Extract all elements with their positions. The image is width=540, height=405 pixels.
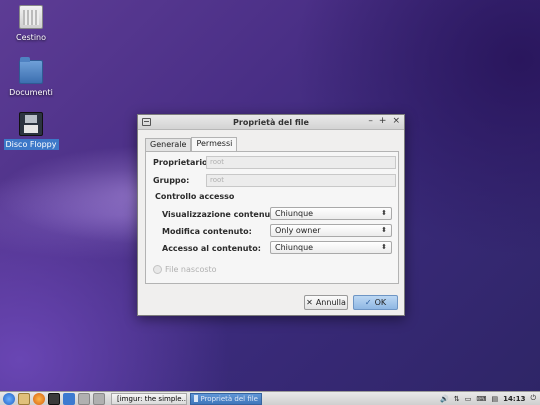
view-content-select[interactable]: Chiunque ⬍ <box>270 207 392 220</box>
view-content-label: Visualizzazione contenuto: <box>162 210 283 219</box>
chevron-updown-icon: ⬍ <box>381 243 387 251</box>
hidden-file-option: File nascosto <box>153 265 217 274</box>
taskbar-task-properties[interactable]: Proprietà del file <box>190 392 262 405</box>
terminal-icon[interactable] <box>48 392 60 405</box>
system-tray: 🔊 ⇅ ▭ ⌨ ▤ 14:13 ⏻ <box>440 394 540 403</box>
view-content-value: Chiunque <box>275 209 314 218</box>
group-field: root <box>206 174 396 187</box>
volume-icon[interactable]: 🔊 <box>440 395 449 403</box>
taskbar-task-browser[interactable]: [imgur: the simple... <box>111 392 187 405</box>
desktop-icon-label: Disco Floppy <box>3 139 59 150</box>
maximize-button[interactable]: + <box>379 116 387 126</box>
cancel-button-label: Annulla <box>315 298 346 307</box>
desktop-icon-documents[interactable]: Documenti <box>0 57 66 98</box>
show-desktop-icon[interactable] <box>78 392 90 405</box>
notification-icon[interactable]: ▤ <box>492 395 499 403</box>
access-content-label: Accesso al contenuto: <box>162 244 261 253</box>
minimize-button[interactable]: – <box>368 116 373 126</box>
tab-bar: Generale Permessi <box>145 137 238 151</box>
access-content-select[interactable]: Chiunque ⬍ <box>270 241 392 254</box>
floppy-disk-icon <box>19 112 43 136</box>
dialog-titlebar[interactable]: Proprietà del file – + × <box>138 115 404 130</box>
workspace-icon[interactable] <box>93 392 105 405</box>
ok-button-label: OK <box>374 298 387 307</box>
tab-general[interactable]: Generale <box>145 138 192 151</box>
power-icon[interactable]: ⏻ <box>530 394 536 403</box>
owner-field: root <box>206 156 396 169</box>
tab-permissions[interactable]: Permessi <box>191 137 238 151</box>
cancel-button[interactable]: ✕ Annulla <box>304 295 348 310</box>
task-label: [imgur: the simple... <box>117 394 187 403</box>
permissions-panel: Proprietario: root Gruppo: root Controll… <box>145 151 399 284</box>
desktop-switcher-icon[interactable] <box>63 392 75 405</box>
cancel-icon: ✕ <box>306 298 313 307</box>
trash-icon <box>19 5 43 29</box>
taskbar: [imgur: the simple... Proprietà del file… <box>0 391 540 405</box>
desktop-icon-trash[interactable]: Cestino <box>0 5 66 43</box>
checkmark-icon: ✓ <box>364 298 372 307</box>
desktop-icon-floppy[interactable]: Disco Floppy <box>0 112 66 150</box>
app-icon <box>194 395 199 402</box>
chevron-updown-icon: ⬍ <box>381 226 387 234</box>
window-menu-icon[interactable] <box>142 118 151 126</box>
modify-content-label: Modifica contenuto: <box>162 227 252 236</box>
modify-content-select[interactable]: Only owner ⬍ <box>270 224 392 237</box>
file-properties-dialog: Proprietà del file – + × Generale Permes… <box>137 114 405 316</box>
desktop-icon-label: Cestino <box>16 33 46 42</box>
owner-label: Proprietario: <box>153 158 211 167</box>
dialog-title: Proprietà del file <box>233 117 309 127</box>
keyboard-icon[interactable]: ⌨ <box>476 395 486 403</box>
file-manager-icon[interactable] <box>18 392 30 405</box>
network-icon[interactable]: ⇅ <box>454 395 460 403</box>
battery-icon[interactable]: ▭ <box>465 395 472 403</box>
task-label: Proprietà del file <box>200 394 258 403</box>
access-content-value: Chiunque <box>275 243 314 252</box>
folder-icon <box>19 57 43 84</box>
hidden-file-checkbox[interactable] <box>153 265 162 274</box>
browser-icon[interactable] <box>33 392 45 405</box>
ok-button[interactable]: ✓ OK <box>353 295 398 310</box>
access-control-heading: Controllo accesso <box>155 192 235 201</box>
clock[interactable]: 14:13 <box>503 395 525 403</box>
start-menu-icon[interactable] <box>3 392 15 405</box>
modify-content-value: Only owner <box>275 226 321 235</box>
hidden-file-label: File nascosto <box>165 265 217 274</box>
close-button[interactable]: × <box>392 116 400 126</box>
chevron-updown-icon: ⬍ <box>381 209 387 217</box>
group-label: Gruppo: <box>153 176 190 185</box>
desktop-icon-label: Documenti <box>9 88 53 97</box>
